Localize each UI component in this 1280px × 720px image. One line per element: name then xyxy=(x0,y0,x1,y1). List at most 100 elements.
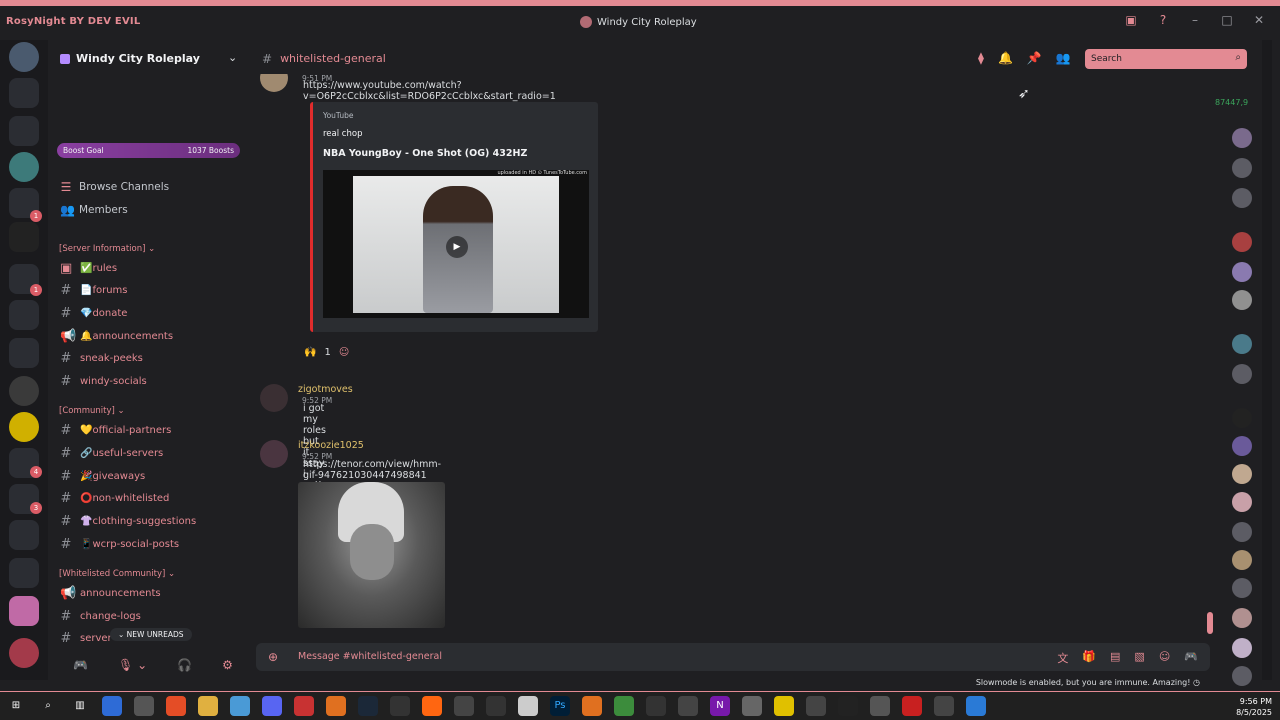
close-button[interactable]: ✕ xyxy=(1250,13,1268,27)
add-reaction-icon[interactable]: ☺ xyxy=(339,347,349,358)
new-unreads-pill[interactable]: ⌄ NEW UNREADS xyxy=(110,628,192,641)
copilot-icon[interactable] xyxy=(102,696,122,716)
app-icon[interactable] xyxy=(390,696,410,716)
channel-wl-announcements[interactable]: 📢 announcements xyxy=(60,586,161,601)
threads-icon[interactable]: ⧫ xyxy=(978,51,984,65)
server-folder-icon[interactable] xyxy=(9,300,39,330)
channel-sneak-peeks[interactable]: # sneak-peeks xyxy=(60,351,143,366)
activity-icon[interactable]: 🎮 xyxy=(1184,650,1198,666)
server-folder-icon[interactable] xyxy=(9,338,39,368)
task-view-icon[interactable]: ▥ xyxy=(70,696,90,716)
help-icon[interactable]: ? xyxy=(1154,13,1172,27)
member-avatar[interactable] xyxy=(1232,638,1252,658)
search-input[interactable]: Search ⌕ xyxy=(1085,49,1247,69)
server-folder-icon[interactable] xyxy=(9,116,39,146)
member-avatar[interactable] xyxy=(1232,232,1252,252)
folder-icon[interactable] xyxy=(198,696,218,716)
message-link[interactable]: https://tenor.com/view/hmm-gif-947621030… xyxy=(303,459,441,481)
photoshop-icon[interactable]: Ps xyxy=(550,696,570,716)
chevron-down-icon[interactable]: ⌄ xyxy=(228,51,237,64)
steam-icon[interactable] xyxy=(358,696,378,716)
app-icon[interactable] xyxy=(934,696,954,716)
user-avatar[interactable] xyxy=(260,440,288,468)
member-avatar[interactable] xyxy=(1232,262,1252,282)
channel-change-logs[interactable]: # change-logs xyxy=(60,609,141,624)
server-icon[interactable] xyxy=(9,222,39,252)
reaction[interactable]: 🙌 1 ☺ xyxy=(304,347,349,358)
member-avatar[interactable] xyxy=(1232,408,1252,428)
pin-icon[interactable]: 📌 xyxy=(1027,51,1042,65)
server-folder-icon[interactable] xyxy=(9,558,39,588)
app-icon[interactable] xyxy=(454,696,474,716)
app-icon[interactable] xyxy=(870,696,890,716)
app-icon[interactable] xyxy=(134,696,154,716)
user-avatar[interactable] xyxy=(260,384,288,412)
channel-giveaways[interactable]: # 🎉giveaways xyxy=(60,469,146,484)
user-avatar[interactable] xyxy=(260,74,288,92)
member-avatar[interactable] xyxy=(1232,666,1252,686)
app-icon[interactable] xyxy=(678,696,698,716)
member-avatar[interactable] xyxy=(1232,128,1252,148)
member-list-icon[interactable]: 👥 xyxy=(1056,51,1071,65)
channel-useful-servers[interactable]: # 🔗useful-servers xyxy=(60,446,164,461)
member-avatar[interactable] xyxy=(1232,290,1252,310)
member-avatar[interactable] xyxy=(1232,188,1252,208)
brave-icon[interactable] xyxy=(166,696,186,716)
server-icon[interactable] xyxy=(9,42,39,72)
boost-goal-bar[interactable]: Boost Goal 1037 Boosts xyxy=(57,143,240,158)
members-link[interactable]: 👥 Members xyxy=(60,203,128,217)
member-avatar[interactable] xyxy=(1232,436,1252,456)
app-icon[interactable] xyxy=(646,696,666,716)
app-icon[interactable] xyxy=(582,696,602,716)
server-icon[interactable] xyxy=(9,412,39,442)
channel-clothing-suggestions[interactable]: # 👚clothing-suggestions xyxy=(60,514,197,529)
play-icon[interactable]: ▶ xyxy=(446,236,468,258)
channel-forums[interactable]: # 📄forums xyxy=(60,283,128,298)
windows-start-icon[interactable]: ⊞ xyxy=(6,696,26,716)
channel-non-whitelisted[interactable]: # ⭕non-whitelisted xyxy=(60,491,170,506)
bell-icon[interactable]: 🔔 xyxy=(998,51,1013,65)
member-avatar[interactable] xyxy=(1232,464,1252,484)
app-icon[interactable] xyxy=(774,696,794,716)
message-input-placeholder[interactable]: Message #whitelisted-general xyxy=(298,651,442,662)
channel-wcrp-social-posts[interactable]: # 📱wcrp-social-posts xyxy=(60,537,180,552)
maximize-button[interactable]: □ xyxy=(1218,13,1236,27)
gift-icon[interactable]: 🎁 xyxy=(1082,650,1096,666)
app-icon[interactable] xyxy=(742,696,762,716)
message-link[interactable]: https://www.youtube.com/watch?v=O6P2cCcb… xyxy=(303,80,556,102)
user-avatar[interactable] xyxy=(9,638,39,668)
server-icon[interactable] xyxy=(9,376,39,406)
channel-announcements[interactable]: 📢 🔔announcements xyxy=(60,329,173,344)
app-icon[interactable] xyxy=(838,696,858,716)
attach-plus-icon[interactable]: ⊕ xyxy=(268,650,278,664)
search-icon[interactable]: ⌕ xyxy=(38,696,58,716)
app-icon[interactable] xyxy=(230,696,250,716)
embed-title[interactable]: NBA YoungBoy - One Shot (OG) 432HZ xyxy=(323,148,527,159)
scrollbar[interactable] xyxy=(1207,612,1213,634)
member-avatar[interactable] xyxy=(1232,158,1252,178)
app-icon[interactable] xyxy=(966,696,986,716)
browse-channels[interactable]: ☰ Browse Channels xyxy=(60,180,170,194)
gear-icon[interactable]: ⚙ xyxy=(222,658,233,672)
server-folder-icon[interactable] xyxy=(9,78,39,108)
microphone-icon[interactable]: 🎙 ⌄ xyxy=(118,658,147,672)
emoji-icon[interactable]: ☺ xyxy=(1159,650,1170,666)
video-thumbnail[interactable]: uploaded in HD ⊙ TunesToTube.com ▶ xyxy=(323,170,589,318)
channel-official-partners[interactable]: # 💛official-partners xyxy=(60,423,172,438)
channel-donate[interactable]: # 💎donate xyxy=(60,306,128,321)
app-icon[interactable] xyxy=(614,696,634,716)
obs-icon[interactable] xyxy=(806,696,826,716)
category-whitelisted[interactable]: [Whitelisted Community] ⌄ xyxy=(59,569,175,579)
server-folder-icon[interactable] xyxy=(9,520,39,550)
headphones-icon[interactable]: 🎧 xyxy=(177,658,192,672)
channel-server[interactable]: # server- xyxy=(60,631,115,646)
server-folder-icon[interactable] xyxy=(9,596,39,626)
file-icon[interactable] xyxy=(518,696,538,716)
embed-provider[interactable]: YouTube xyxy=(323,111,354,120)
translate-icon[interactable]: 文 xyxy=(1057,650,1068,666)
gif-icon[interactable]: ▤ xyxy=(1110,650,1120,666)
game-controller-icon[interactable]: 🎮 xyxy=(73,658,88,672)
discord-icon[interactable] xyxy=(262,696,282,716)
member-avatar[interactable] xyxy=(1232,608,1252,628)
app-icon[interactable] xyxy=(486,696,506,716)
